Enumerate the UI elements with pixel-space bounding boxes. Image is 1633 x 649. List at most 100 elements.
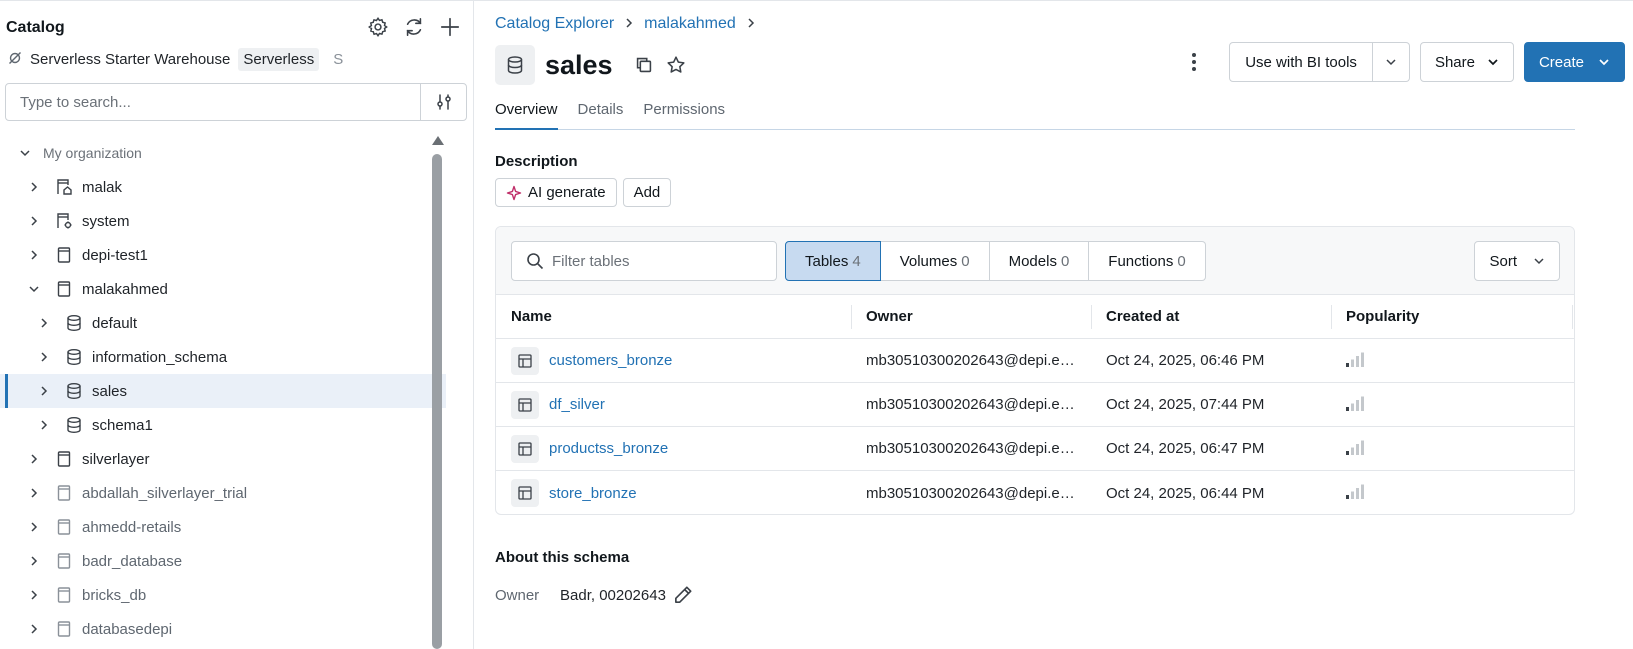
chevron-right-icon[interactable] (26, 213, 42, 229)
chevron-right-icon (746, 16, 756, 32)
sidebar-item-silverlayer[interactable]: silverlayer (0, 442, 446, 476)
warehouse-selector[interactable]: Serverless Starter Warehouse Serverless … (8, 48, 343, 71)
chevron-right-icon[interactable] (36, 383, 52, 399)
ai-generate-button[interactable]: AI generate (495, 178, 617, 207)
page-header: sales (495, 45, 689, 85)
sidebar-item-badr-database[interactable]: badr_database (0, 544, 446, 578)
table-row[interactable]: df_silver mb30510300202643@depi.eui... Oct… (496, 383, 1574, 427)
chevron-down-icon[interactable] (17, 145, 33, 161)
sidebar-item-malak[interactable]: malak (0, 170, 446, 204)
tab-permissions[interactable]: Permissions (643, 98, 725, 130)
about-schema-heading: About this schema (495, 549, 630, 566)
cell-owner: mb30510300202643@depi.eui... (866, 440, 1084, 457)
copy-icon[interactable] (631, 52, 657, 78)
chevron-right-icon[interactable] (26, 485, 42, 501)
warehouse-name: Serverless Starter Warehouse (30, 51, 231, 68)
chevron-right-icon[interactable] (26, 519, 42, 535)
chevron-down-icon[interactable] (26, 281, 42, 297)
cell-created-at: Oct 24, 2025, 06:44 PM (1106, 484, 1265, 502)
sidebar-item-information-schema[interactable]: information_schema (0, 340, 446, 374)
segment-count: 0 (1177, 252, 1186, 270)
catalog-tree: My organization malak system depi-test1 mal… (0, 136, 446, 646)
breadcrumb-catalog-explorer[interactable]: Catalog Explorer (495, 15, 614, 33)
catalog-icon (54, 245, 74, 265)
schema-icon (64, 313, 84, 333)
column-divider[interactable] (1331, 305, 1332, 329)
segment-tables[interactable]: Tables 4 (785, 241, 881, 281)
table-row[interactable]: productss_bronze mb30510300202643@depi.eu… (496, 427, 1574, 471)
table-row[interactable]: store_bronze mb30510300202643@depi.eui...… (496, 471, 1574, 514)
column-header-popularity[interactable]: Popularity (1331, 308, 1574, 325)
catalog-icon (54, 551, 74, 571)
refresh-icon[interactable] (401, 14, 427, 40)
table-row[interactable]: customers_bronze mb30510300202643@depi.eu… (496, 339, 1574, 383)
chevron-right-icon[interactable] (26, 247, 42, 263)
popularity-bars-icon (1331, 439, 1574, 459)
table-name-link[interactable]: customers_bronze (549, 352, 672, 369)
sort-button[interactable]: Sort (1474, 241, 1560, 281)
chevron-right-icon[interactable] (26, 179, 42, 195)
chevron-down-icon (1534, 258, 1544, 265)
filter-settings-icon[interactable] (420, 84, 466, 120)
sidebar-scrollbar[interactable] (430, 136, 444, 649)
sidebar-item-schema1[interactable]: schema1 (0, 408, 446, 442)
column-header-owner[interactable]: Owner (851, 308, 1091, 325)
segment-models[interactable]: Models 0 (989, 241, 1090, 281)
table-icon (511, 479, 539, 507)
column-divider[interactable] (851, 305, 852, 329)
sidebar-item-default[interactable]: default (0, 306, 446, 340)
filter-tables-input[interactable] (552, 252, 752, 270)
chevron-right-icon[interactable] (26, 451, 42, 467)
cell-owner: mb30510300202643@depi.eui... (866, 396, 1084, 413)
tab-overview[interactable]: Overview (495, 98, 558, 130)
sidebar-item-abdallah-silverlayer-trial[interactable]: abdallah_silverlayer_trial (0, 476, 446, 510)
segment-functions[interactable]: Functions 0 (1089, 241, 1206, 281)
chevron-right-icon[interactable] (36, 349, 52, 365)
column-divider[interactable] (1572, 305, 1573, 329)
sidebar-item-ahmedd-retails[interactable]: ahmedd-retails (0, 510, 446, 544)
cell-owner: mb30510300202643@depi.eui... (866, 352, 1084, 369)
search-input[interactable] (6, 84, 420, 120)
breadcrumb-malakahmed[interactable]: malakahmed (644, 15, 736, 33)
table-name-link[interactable]: df_silver (549, 396, 605, 413)
bi-tools-dropdown-button[interactable] (1372, 42, 1410, 82)
plus-icon[interactable] (437, 14, 463, 40)
scroll-thumb[interactable] (432, 154, 442, 649)
star-icon[interactable] (663, 52, 689, 78)
segment-count: 0 (1060, 252, 1070, 270)
sidebar-item-bricks-db[interactable]: bricks_db (0, 578, 446, 612)
use-with-bi-tools-button[interactable]: Use with BI tools (1229, 42, 1373, 82)
column-header-created[interactable]: Created at (1091, 308, 1331, 325)
sidebar-item-label: default (92, 314, 138, 332)
schema-icon (64, 347, 84, 367)
scroll-up-arrow-icon[interactable] (432, 136, 444, 145)
sidebar-item-databasedepi[interactable]: databasedepi (0, 612, 446, 646)
sidebar-item-label: schema1 (92, 416, 153, 434)
chevron-right-icon[interactable] (36, 417, 52, 433)
share-button[interactable]: Share (1419, 42, 1514, 82)
chevron-right-icon[interactable] (26, 553, 42, 569)
sidebar-item-system[interactable]: system (0, 204, 446, 238)
sidebar-item-malakahmed[interactable]: malakahmed (0, 272, 446, 306)
tree-org-row[interactable]: My organization (0, 136, 446, 170)
column-header-name[interactable]: Name (496, 308, 851, 325)
chevron-right-icon[interactable] (36, 315, 52, 331)
pencil-edit-icon[interactable] (670, 582, 696, 608)
chevron-right-icon[interactable] (26, 587, 42, 603)
kebab-menu-icon[interactable] (1179, 43, 1209, 81)
add-description-button[interactable]: Add (622, 178, 672, 207)
chevron-right-icon[interactable] (26, 621, 42, 637)
sidebar-item-label: bricks_db (82, 586, 147, 604)
catalog-icon (54, 483, 74, 503)
sidebar-item-depi-test1[interactable]: depi-test1 (0, 238, 446, 272)
tab-details[interactable]: Details (578, 98, 624, 130)
warehouse-trail: S (333, 51, 344, 68)
table-name-link[interactable]: store_bronze (549, 485, 637, 502)
table-name-link[interactable]: productss_bronze (549, 440, 668, 457)
column-divider[interactable] (1091, 305, 1092, 329)
segment-volumes[interactable]: Volumes 0 (880, 241, 990, 281)
create-button[interactable]: Create (1523, 42, 1625, 82)
gear-icon[interactable] (365, 14, 391, 40)
sidebar-item-label: malakahmed (82, 280, 168, 298)
sidebar-item-sales[interactable]: sales (0, 374, 446, 408)
